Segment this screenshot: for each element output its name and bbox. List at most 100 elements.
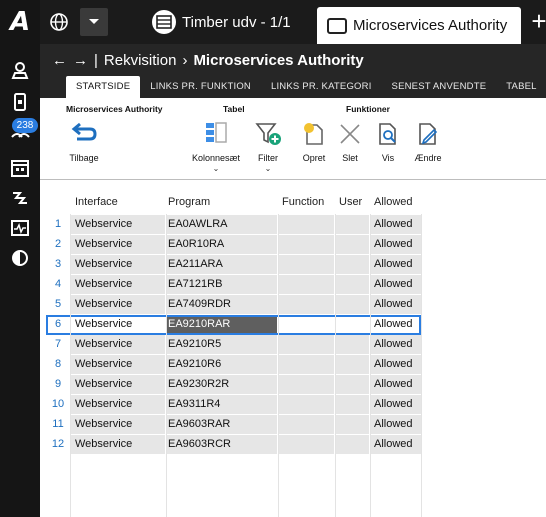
cell-function[interactable] (278, 335, 335, 355)
cell-allowed[interactable]: Allowed (370, 255, 421, 275)
row-number[interactable]: 12 (46, 435, 70, 455)
cell-user[interactable] (335, 355, 370, 375)
cell-program[interactable]: EA0R10RA (166, 235, 278, 255)
cell-user[interactable] (335, 315, 370, 335)
row-number[interactable]: 3 (46, 255, 70, 275)
table-row[interactable]: 3 Webservice EA211ARA Allowed (46, 255, 421, 275)
cell-function[interactable] (278, 395, 335, 415)
tilbage-button[interactable]: Tilbage (62, 118, 106, 176)
cell-program[interactable]: EA9210RAR (166, 315, 278, 335)
filter-button[interactable]: Filter ⌄ (246, 118, 290, 176)
table-row[interactable]: 9 Webservice EA9230R2R Allowed (46, 375, 421, 395)
cell-user[interactable] (335, 215, 370, 235)
cell-user[interactable] (335, 435, 370, 455)
new-tab-button[interactable]: + (525, 8, 546, 36)
cell-user[interactable] (335, 415, 370, 435)
table-row[interactable]: 1 Webservice EA0AWLRA Allowed (46, 215, 421, 235)
ribbon-tab-senest-anvendte[interactable]: SENEST ANVENDTE (382, 76, 497, 98)
cell-user[interactable] (335, 275, 370, 295)
cell-function[interactable] (278, 215, 335, 235)
column-header-function[interactable]: Function (282, 196, 324, 208)
app-logo[interactable]: A (0, 0, 40, 44)
cell-program[interactable]: EA9603RCR (166, 435, 278, 455)
calendar-icon[interactable] (8, 156, 32, 180)
back-arrow-icon[interactable]: ← (52, 52, 67, 69)
cell-function[interactable] (278, 255, 335, 275)
cell-interface[interactable]: Webservice (70, 215, 166, 235)
cell-program[interactable]: EA7409RDR (166, 295, 278, 315)
cell-allowed[interactable]: Allowed (370, 215, 421, 235)
cell-user[interactable] (335, 235, 370, 255)
cell-allowed[interactable]: Allowed (370, 335, 421, 355)
cell-program[interactable]: EA211ARA (166, 255, 278, 275)
row-number[interactable]: 11 (46, 415, 70, 435)
ribbon-tab-links-pr-funktion[interactable]: LINKS PR. FUNKTION (140, 76, 261, 98)
cell-user[interactable] (335, 255, 370, 275)
cell-function[interactable] (278, 375, 335, 395)
cell-program[interactable]: EA9603RAR (166, 415, 278, 435)
table-row[interactable]: 4 Webservice EA7121RB Allowed (46, 275, 421, 295)
cell-interface[interactable]: Webservice (70, 415, 166, 435)
cell-program[interactable]: EA0AWLRA (166, 215, 278, 235)
cell-allowed[interactable]: Allowed (370, 235, 421, 255)
cell-program[interactable]: EA7121RB (166, 275, 278, 295)
aendre-button[interactable]: Ændre (406, 118, 450, 176)
cell-function[interactable] (278, 235, 335, 255)
cell-interface[interactable]: Webservice (70, 255, 166, 275)
row-number[interactable]: 7 (46, 335, 70, 355)
cell-function[interactable] (278, 435, 335, 455)
column-header-user[interactable]: User (339, 196, 362, 208)
table-row[interactable]: 8 Webservice EA9210R6 Allowed (46, 355, 421, 375)
vis-button[interactable]: Vis (366, 118, 410, 176)
cell-interface[interactable]: Webservice (70, 435, 166, 455)
table-row[interactable]: 10 Webservice EA9311R4 Allowed (46, 395, 421, 415)
globe-icon[interactable] (46, 8, 72, 36)
contrast-theme-icon[interactable] (8, 246, 32, 270)
cell-function[interactable] (278, 355, 335, 375)
cell-allowed[interactable]: Allowed (370, 295, 421, 315)
cell-function[interactable] (278, 415, 335, 435)
cell-interface[interactable]: Webservice (70, 395, 166, 415)
user-icon[interactable] (8, 58, 32, 82)
kolonnesaet-button[interactable]: Kolonnesæt ⌄ (192, 118, 240, 176)
cell-program[interactable]: EA9230R2R (166, 375, 278, 395)
cell-interface[interactable]: Webservice (70, 355, 166, 375)
activity-monitor-icon[interactable] (8, 216, 32, 240)
row-number[interactable]: 5 (46, 295, 70, 315)
cell-user[interactable] (335, 375, 370, 395)
cell-allowed[interactable]: Allowed (370, 355, 421, 375)
cell-allowed[interactable]: Allowed (370, 435, 421, 455)
workflow-icon[interactable] (8, 186, 32, 210)
cell-user[interactable] (335, 395, 370, 415)
cell-function[interactable] (278, 295, 335, 315)
ribbon-tab-startside[interactable]: STARTSIDE (66, 76, 141, 98)
cell-allowed[interactable]: Allowed (370, 275, 421, 295)
ribbon-tab-tabel[interactable]: TABEL (496, 76, 546, 98)
cell-interface[interactable]: Webservice (70, 375, 166, 395)
cell-user[interactable] (335, 295, 370, 315)
cell-interface[interactable]: Webservice (70, 295, 166, 315)
cell-interface[interactable]: Webservice (70, 275, 166, 295)
cell-interface[interactable]: Webservice (70, 335, 166, 355)
column-header-allowed[interactable]: Allowed (374, 196, 413, 208)
cell-allowed[interactable]: Allowed (370, 315, 421, 335)
cell-program[interactable]: EA9311R4 (166, 395, 278, 415)
row-number[interactable]: 9 (46, 375, 70, 395)
cell-allowed[interactable]: Allowed (370, 375, 421, 395)
row-number[interactable]: 4 (46, 275, 70, 295)
cell-interface[interactable]: Webservice (70, 315, 166, 335)
column-header-program[interactable]: Program (168, 196, 210, 208)
row-number[interactable]: 6 (46, 315, 70, 335)
tab-microservices-authority[interactable]: Microservices Authority (317, 7, 521, 44)
tab-menu-dropdown[interactable] (80, 8, 108, 36)
cell-program[interactable]: EA9210R5 (166, 335, 278, 355)
cell-allowed[interactable]: Allowed (370, 415, 421, 435)
tab-timber-udv[interactable]: Timber udv - 1/1 (146, 7, 312, 37)
table-row[interactable]: 7 Webservice EA9210R5 Allowed (46, 335, 421, 355)
cell-function[interactable] (278, 275, 335, 295)
breadcrumb-parent[interactable]: Rekvisition (104, 52, 177, 69)
cell-program[interactable]: EA9210R6 (166, 355, 278, 375)
table-row[interactable]: 5 Webservice EA7409RDR Allowed (46, 295, 421, 315)
cell-allowed[interactable]: Allowed (370, 395, 421, 415)
ribbon-tab-links-pr-kategori[interactable]: LINKS PR. KATEGORI (261, 76, 382, 98)
